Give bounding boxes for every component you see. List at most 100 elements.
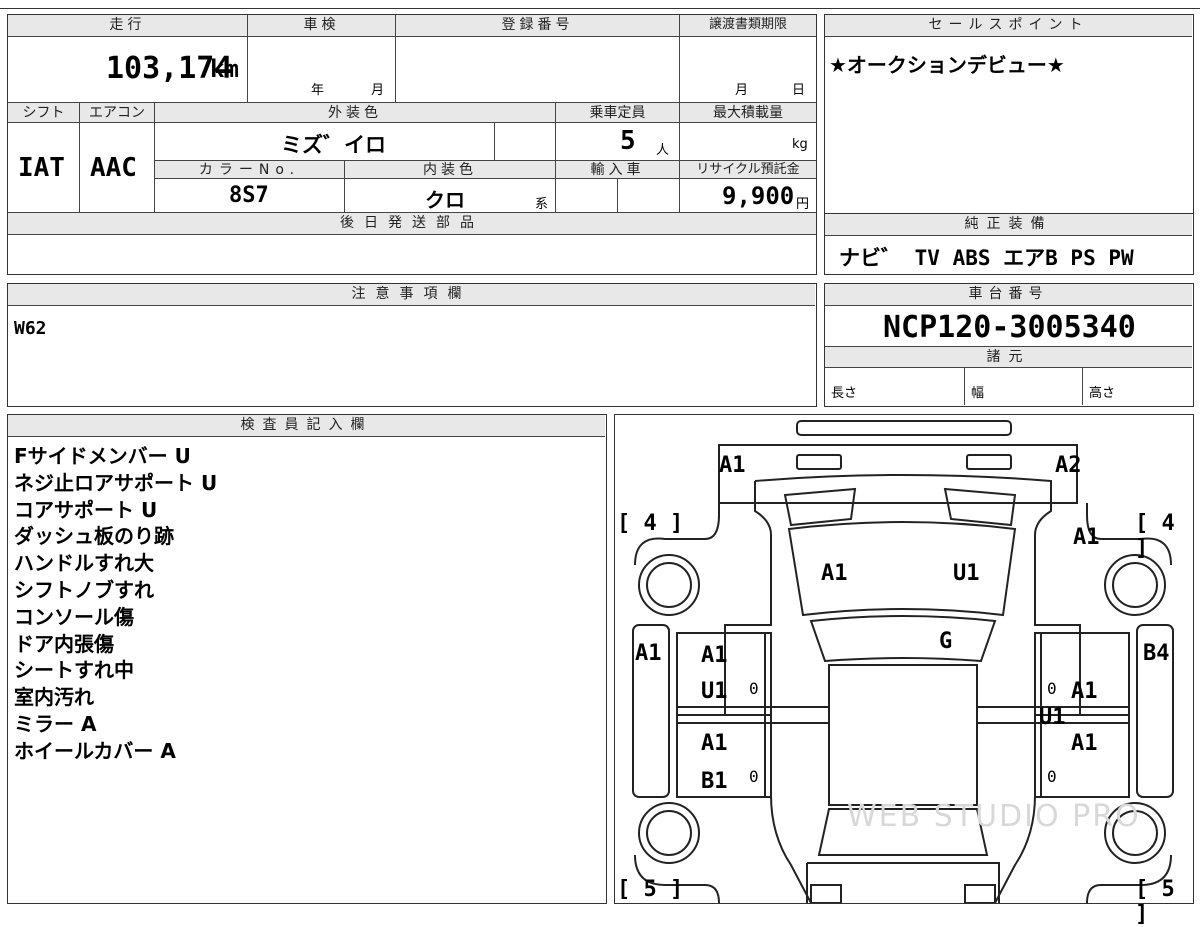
interior-color-cell: クロ 系 <box>345 179 556 213</box>
length-label: 長さ <box>831 386 858 401</box>
note-line: ミラー A <box>14 711 97 736</box>
equipment-header: 純正装備 <box>825 214 1192 236</box>
length-cell: 長さ <box>825 368 965 405</box>
mark-left-front: 0 <box>749 679 759 698</box>
mark-right-rear: 0 <box>1047 767 1057 786</box>
inspection-year: 年 <box>311 83 325 98</box>
ac-cell: AAC <box>80 123 155 213</box>
damage-right-front-door-2: U1 <box>1039 705 1066 730</box>
inspector-box: 検査員記入欄 Fサイドメンバー U ネジ止ロアサポート U コアサポート U ダ… <box>7 414 607 904</box>
transfer-header: 譲渡書類期限 <box>680 15 816 37</box>
exterior-color-cell: ミズ゛イロ <box>155 123 495 161</box>
chassis-box: 車台番号 NCP120-3005340 諸元 長さ 幅 高さ <box>824 283 1194 407</box>
note-line: コンソール傷 <box>14 604 134 629</box>
inspection-month: 月 <box>371 83 385 98</box>
damage-right-rear-door-1: A1 <box>1071 731 1098 756</box>
tire-front-right: [ 4 ] <box>1135 511 1175 561</box>
note-line: シートすれ中 <box>14 658 134 683</box>
transfer-cell: 月 日 <box>680 37 816 103</box>
exterior-color-value: ミズ゛イロ <box>281 133 386 157</box>
color-no-header: カラーNo. <box>155 161 345 179</box>
note-line: ダッシュ板のり跡 <box>14 524 174 549</box>
capacity-unit: 人 <box>656 143 670 158</box>
damage-front-right: A2 <box>1055 453 1082 478</box>
top-strip <box>0 0 1200 9</box>
equipment-box: 純正装備 ナビ゛ TV ABS エアB PS PW <box>824 213 1194 275</box>
ac-value: AAC <box>90 153 137 183</box>
shift-cell: IAT <box>8 123 80 213</box>
registration-cell <box>396 37 680 103</box>
tire-front-left: [ 4 ] <box>617 511 684 536</box>
sales-box: セールスポイント ★オークションデビュー★ <box>824 14 1194 214</box>
inspection-header: 車検 <box>248 15 396 37</box>
recycle-value: 9,900 <box>722 182 795 210</box>
ac-header: エアコン <box>80 103 155 123</box>
recycle-cell: 9,900 円 <box>680 179 816 213</box>
registration-header: 登録番号 <box>396 15 680 37</box>
note-line: ハンドルすれ大 <box>14 551 154 576</box>
mileage-cell: 103,174 km <box>8 37 248 103</box>
import-cell-right <box>618 179 680 213</box>
recycle-header: リサイクル預託金 <box>680 161 816 179</box>
caution-header: 注意事項欄 <box>8 284 815 306</box>
caution-text: W62 <box>14 318 47 339</box>
color-no-cell: 8S7 <box>155 179 345 213</box>
damage-windshield: G <box>939 629 953 654</box>
note-line: ドア内張傷 <box>14 631 114 656</box>
note-line: ホイールカバー A <box>14 738 176 763</box>
damage-fender-front-right: A1 <box>1073 525 1100 550</box>
inspector-header: 検査員記入欄 <box>8 415 605 437</box>
mark-right-front: 0 <box>1047 679 1057 698</box>
shift-value: IAT <box>18 153 65 183</box>
damage-left-front-door-1: A1 <box>701 643 728 668</box>
mileage-unit: km <box>210 55 239 83</box>
chassis-value: NCP120-3005340 <box>883 310 1136 345</box>
sales-text: ★オークションデビュー★ <box>829 53 1065 77</box>
shift-header: シフト <box>8 103 80 123</box>
spec-table: 走行 車検 登録番号 譲渡書類期限 103,174 km 年 月 月 日 シフト… <box>7 14 817 275</box>
recycle-unit: 円 <box>796 197 810 212</box>
interior-color-value: クロ <box>425 188 465 212</box>
capacity-value: 5 <box>620 126 636 156</box>
damage-hood-left: A1 <box>821 561 848 586</box>
import-cell-left <box>556 179 618 213</box>
inspector-notes: Fサイドメンバー U ネジ止ロアサポート U コアサポート U ダッシュ板のり跡… <box>14 443 217 765</box>
damage-hood-right: U1 <box>953 561 980 586</box>
watermark: WEB STUDIO PRO <box>847 799 1141 834</box>
color-no-value: 8S7 <box>229 183 269 208</box>
equipment-items: ナビ゛ TV ABS エアB PS PW <box>839 246 1134 270</box>
car-diagram-box: A1 A2 [ 4 ] [ 4 ] A1 A1 U1 G A1 B4 A1 U1… <box>614 414 1194 927</box>
dims-header: 諸元 <box>825 346 1192 368</box>
later-parts-header: 後日発送部品 <box>8 213 816 235</box>
width-label: 幅 <box>971 386 985 401</box>
max-load-unit: kg <box>792 137 808 152</box>
note-line: ネジ止ロアサポート U <box>14 470 218 495</box>
mark-left-rear: 0 <box>749 767 759 786</box>
import-header: 輸入車 <box>556 161 680 179</box>
later-parts-cell <box>8 235 816 273</box>
mileage-header: 走行 <box>8 15 248 37</box>
damage-right-side: B4 <box>1143 641 1170 666</box>
damage-left-rear-door-1: A1 <box>701 731 728 756</box>
damage-front-left: A1 <box>719 453 746 478</box>
chassis-header: 車台番号 <box>825 284 1192 306</box>
max-load-header: 最大積載量 <box>680 103 816 123</box>
transfer-month: 月 <box>735 83 749 98</box>
note-line: 室内汚れ <box>14 685 94 710</box>
height-cell: 高さ <box>1083 368 1192 405</box>
caution-box: 注意事項欄 W62 <box>7 283 817 407</box>
interior-color-header: 内装色 <box>345 161 556 179</box>
max-load-cell: kg <box>680 123 816 161</box>
exterior-color-extra <box>495 123 556 161</box>
tire-rear-left: [ 5 ] <box>617 877 684 902</box>
height-label: 高さ <box>1089 386 1116 401</box>
inspection-cell: 年 月 <box>248 37 396 103</box>
note-line: Fサイドメンバー U <box>14 444 191 468</box>
interior-color-suffix: 系 <box>535 197 549 212</box>
capacity-header: 乗車定員 <box>556 103 680 123</box>
width-cell: 幅 <box>965 368 1083 405</box>
transfer-day: 日 <box>792 83 806 98</box>
capacity-cell: 5 人 <box>556 123 680 161</box>
damage-left-side: A1 <box>635 641 662 666</box>
tire-rear-right: [ 5 ] <box>1135 877 1175 927</box>
